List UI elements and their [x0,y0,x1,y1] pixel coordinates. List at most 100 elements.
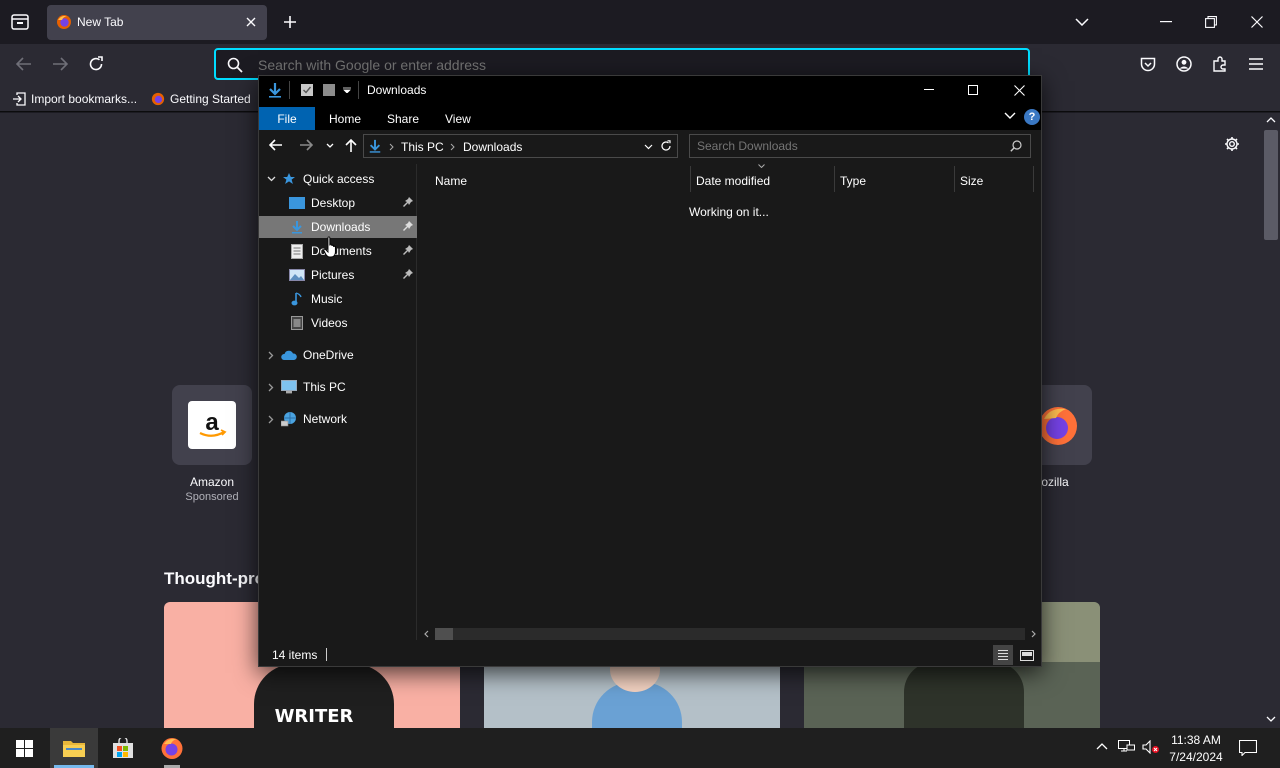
downloads-arrow-icon [289,219,305,235]
page-scrollbar-thumb[interactable] [1264,130,1278,240]
forward-arrow-icon[interactable] [299,139,313,151]
extensions-puzzle-icon[interactable] [1210,54,1230,74]
scroll-right-icon[interactable] [1031,630,1037,638]
network-globe-icon [281,411,297,427]
help-icon[interactable]: ? [1024,109,1040,125]
nav-item-desktop[interactable]: Desktop [259,192,417,214]
search-icon [226,56,244,74]
properties-icon[interactable] [300,83,314,97]
loading-status-text: Working on it... [689,205,769,219]
import-icon [12,92,26,106]
scroll-thumb[interactable] [435,628,453,640]
tile-sponsored-label: Sponsored [185,491,239,503]
new-tab-plus-icon[interactable] [280,12,300,32]
large-icons-view-icon[interactable] [1017,645,1037,665]
search-input[interactable] [697,138,997,154]
network-status-icon[interactable] [1118,740,1135,754]
close-window-icon[interactable] [1247,12,1267,32]
address-history-chevron-icon[interactable] [644,144,653,150]
nav-item-downloads[interactable]: Downloads [259,216,417,238]
notifications-icon[interactable] [1239,740,1257,756]
new-folder-icon[interactable] [322,83,336,97]
account-icon[interactable] [1174,54,1194,74]
horizontal-scrollbar[interactable] [419,626,1039,642]
volume-muted-icon[interactable] [1142,740,1160,754]
nav-network[interactable]: Network [259,408,417,430]
details-view-icon[interactable] [993,645,1013,665]
address-bar[interactable]: This PC Downloads [363,134,678,158]
forward-arrow-icon[interactable] [50,54,70,74]
nav-item-music[interactable]: Music [259,288,417,310]
start-button[interactable] [0,728,48,768]
scroll-track[interactable] [435,628,1025,640]
sort-chevron-down-icon [758,164,765,168]
cloud-icon [281,347,297,363]
scroll-down-icon[interactable] [1266,715,1276,723]
nav-onedrive[interactable]: OneDrive [259,344,417,366]
nav-item-label: Music [311,292,343,306]
column-header-name[interactable]: Name [435,169,467,193]
up-arrow-icon[interactable] [345,139,357,153]
taskbar-clock-date[interactable]: 7/24/2024 [1164,750,1228,764]
taskbar-microsoft-store[interactable] [99,728,147,768]
nav-this-pc[interactable]: This PC [259,376,417,398]
expand-chevron-right-icon[interactable] [261,351,281,360]
maximize-window-icon[interactable] [965,82,981,98]
firefox-view-icon[interactable] [8,11,32,33]
amazon-logo-icon: a [188,401,236,449]
shortcut-tile-amazon[interactable]: a [172,385,252,465]
breadcrumb-this-pc[interactable]: This PC [401,140,444,154]
minimize-window-icon[interactable] [921,82,937,98]
column-divider[interactable] [954,166,955,192]
nav-quick-access-label: Quick access [303,172,375,186]
nav-item-videos[interactable]: Videos [259,312,417,334]
import-bookmarks-button[interactable]: Import bookmarks... [12,90,137,108]
reload-icon[interactable] [86,54,106,74]
expand-chevron-down-icon[interactable] [261,176,281,182]
documents-icon [289,243,305,259]
show-hidden-icons-chevron-icon[interactable] [1096,742,1108,750]
recent-locations-chevron-icon[interactable] [326,143,334,148]
ribbon-tab-home[interactable]: Home [329,107,361,130]
list-tabs-chevron-down-icon[interactable] [1072,12,1092,32]
expand-chevron-right-icon[interactable] [261,383,281,392]
firefox-logo-icon [151,92,165,106]
taskbar-firefox[interactable] [148,728,196,768]
getting-started-bookmark[interactable]: Getting Started [151,90,251,108]
column-header-date-modified[interactable]: Date modified [696,169,770,193]
explorer-title-bar[interactable]: Downloads [259,76,1041,104]
nav-item-pictures[interactable]: Pictures [259,264,417,286]
search-box[interactable] [689,134,1031,158]
nav-quick-access[interactable]: Quick access [259,168,417,190]
column-divider[interactable] [1033,166,1034,192]
breadcrumb-separator-icon [450,143,455,151]
ribbon-tab-view[interactable]: View [445,107,471,130]
column-header-size[interactable]: Size [960,169,983,193]
ribbon-tab-share[interactable]: Share [387,107,419,130]
ribbon-tab-file[interactable]: File [259,107,315,130]
close-tab-icon[interactable] [243,14,259,30]
taskbar-clock-time[interactable]: 11:38 AM [1164,733,1228,747]
back-arrow-icon[interactable] [14,54,34,74]
expand-ribbon-chevron-icon[interactable] [1004,112,1016,120]
nav-item-label: Documents [311,244,372,258]
column-header-type[interactable]: Type [840,169,866,193]
back-arrow-icon[interactable] [269,139,283,151]
qat-customize-chevron-icon[interactable] [343,87,351,93]
scroll-up-icon[interactable] [1266,116,1276,124]
minimize-window-icon[interactable] [1156,12,1176,32]
column-divider[interactable] [834,166,835,192]
menu-hamburger-icon[interactable] [1246,54,1266,74]
taskbar-file-explorer[interactable] [50,728,98,768]
url-input[interactable] [258,55,998,75]
gear-icon[interactable] [1222,134,1242,154]
pocket-icon[interactable] [1138,54,1158,74]
refresh-icon[interactable] [660,140,672,152]
scroll-left-icon[interactable] [423,630,429,638]
expand-chevron-right-icon[interactable] [261,415,281,424]
column-divider[interactable] [690,166,691,192]
restore-window-icon[interactable] [1201,12,1221,32]
breadcrumb-downloads[interactable]: Downloads [463,140,522,154]
tab-new-tab[interactable]: New Tab [47,5,267,40]
close-window-icon[interactable] [1011,82,1027,98]
